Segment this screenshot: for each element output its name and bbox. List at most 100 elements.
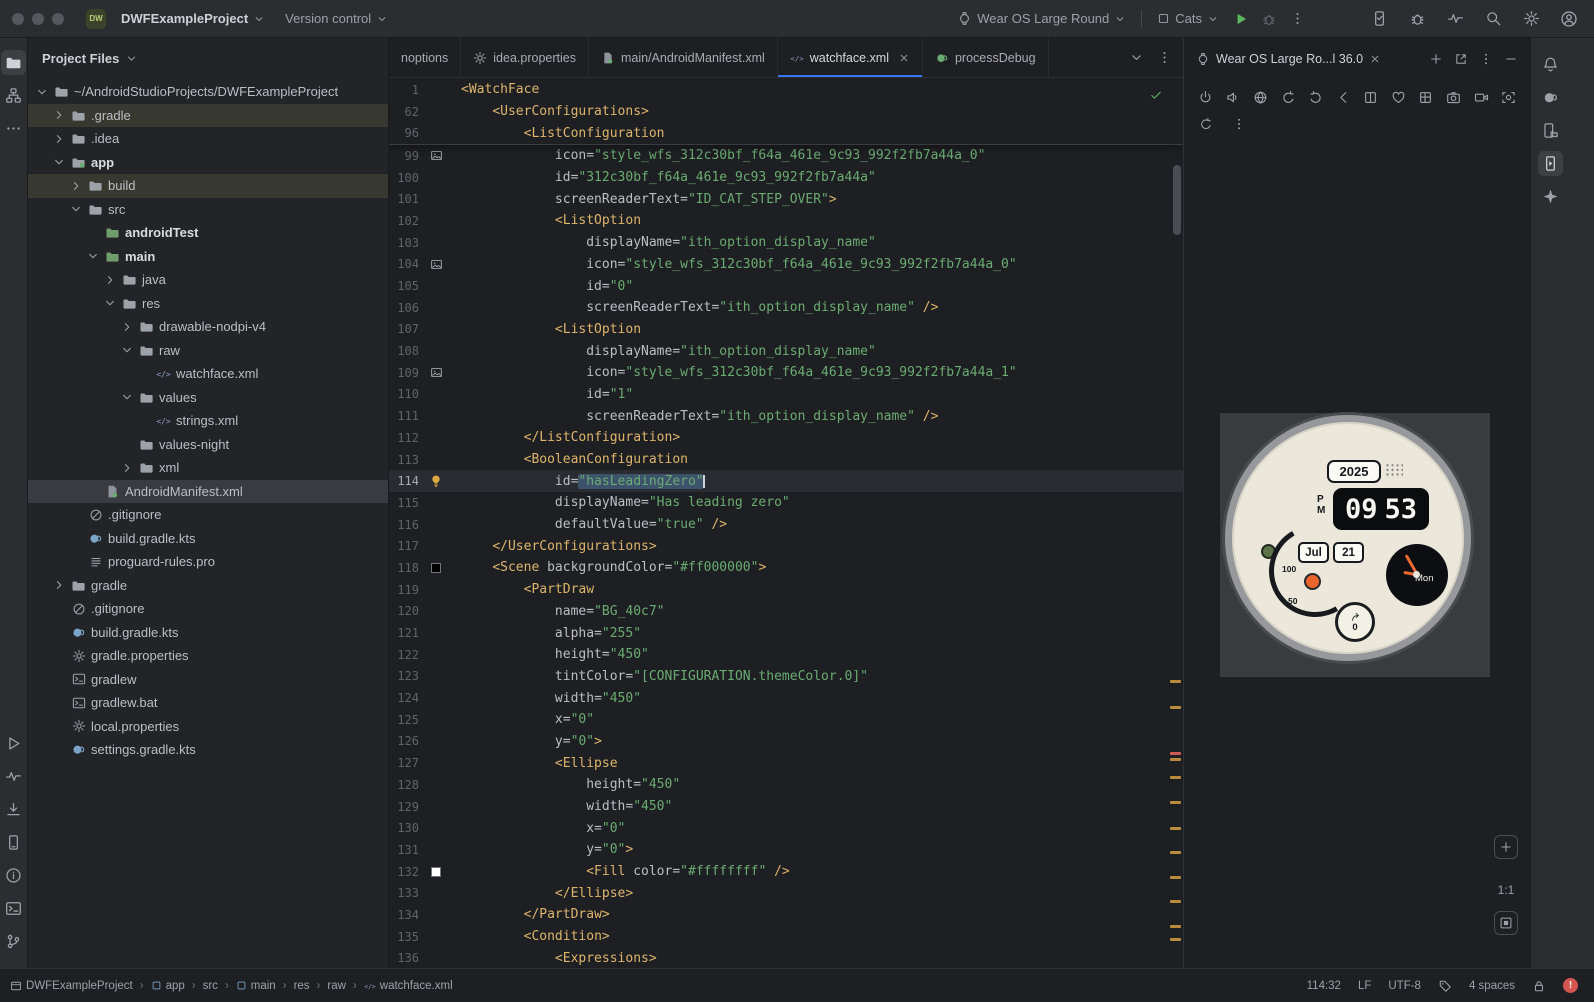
tree-item-app[interactable]: app (28, 151, 388, 175)
volume-button[interactable] (1224, 87, 1243, 107)
tree-item-strings.xml[interactable]: </>strings.xml (28, 409, 388, 433)
device-tab-title[interactable]: Wear OS Large Ro...l 36.0 (1216, 52, 1363, 66)
code-line-136[interactable]: 136 <Expressions> (389, 948, 1183, 969)
vcs-menu[interactable]: Version control (278, 7, 395, 30)
power-button[interactable] (1196, 87, 1215, 107)
code-line-127[interactable]: 127 <Ellipse (389, 752, 1183, 774)
code-line-102[interactable]: 102 <ListOption (389, 210, 1183, 232)
maximize-window-button[interactable] (52, 13, 64, 25)
breadcrumb-item-main[interactable]: main (236, 980, 276, 992)
error-stripe-mark[interactable] (1170, 876, 1181, 879)
inspection-status-icon[interactable] (1149, 88, 1163, 102)
color-swatch[interactable] (423, 867, 449, 877)
code-line-124[interactable]: 124 width="450" (389, 687, 1183, 709)
close-device-tab-icon[interactable] (1369, 53, 1381, 65)
version-control-tool-button[interactable] (1, 929, 26, 954)
breadcrumb-item-res[interactable]: res (294, 980, 310, 992)
code-line-131[interactable]: 131 y="0"> (389, 839, 1183, 861)
chevron-down-icon[interactable] (34, 84, 49, 99)
close-icon[interactable] (898, 52, 910, 64)
device-manager-tool-button[interactable] (1, 830, 26, 855)
breadcrumb-item-src[interactable]: src (203, 980, 218, 992)
error-stripe-mark[interactable] (1170, 925, 1181, 928)
zoom-fit-button[interactable] (1494, 911, 1518, 935)
code-line-99[interactable]: 99 icon="style_wfs_312c30bf_f64a_461e_9c… (389, 145, 1183, 167)
tree-item-drawable-nodpi-v4[interactable]: drawable-nodpi-v4 (28, 315, 388, 339)
terminal-tool-button[interactable] (1, 896, 26, 921)
code-line-113[interactable]: 113 <BooleanConfiguration (389, 449, 1183, 471)
chevron-down-icon[interactable] (68, 202, 83, 217)
tree-item-xml[interactable]: xml (28, 456, 388, 480)
code-line-111[interactable]: 111 screenReaderText="ith_option_display… (389, 405, 1183, 427)
tree-item-local.properties[interactable]: local.properties (28, 715, 388, 739)
open-in-window-button[interactable] (1454, 52, 1468, 66)
vcs-update-tool-button[interactable] (1, 797, 26, 822)
breadcrumb-item-dwfexampleproject[interactable]: DWFExampleProject (10, 980, 133, 992)
running-devices-tool-button[interactable] (1538, 151, 1563, 176)
error-stripe-mark[interactable] (1170, 776, 1181, 779)
tree-item-.idea[interactable]: .idea (28, 127, 388, 151)
code-line-105[interactable]: 105 id="0" (389, 275, 1183, 297)
profiler-tool-button[interactable] (1, 764, 26, 789)
tree-item-androidmanifest.xml[interactable]: AndroidManifest.xml (28, 480, 388, 504)
tree-item-androidtest[interactable]: androidTest (28, 221, 388, 245)
notifications-tool-button[interactable] (1538, 52, 1563, 77)
device-manager-icon[interactable] (1366, 6, 1392, 32)
code-line-135[interactable]: 135 <Condition> (389, 926, 1183, 948)
back-button[interactable] (1334, 87, 1353, 107)
error-stripe-mark[interactable] (1170, 827, 1181, 830)
highlighting-level-icon[interactable] (1438, 979, 1452, 993)
project-view-selector[interactable]: Project Files (28, 38, 388, 78)
device-more-options-button[interactable] (1229, 114, 1249, 134)
code-line-104[interactable]: 104 icon="style_wfs_312c30bf_f64a_461e_9… (389, 254, 1183, 276)
rotate-left-button[interactable] (1279, 87, 1298, 107)
chevron-down-icon[interactable] (51, 155, 66, 170)
add-device-button[interactable] (1429, 52, 1443, 66)
fold-button[interactable] (1361, 87, 1380, 107)
gradle-tool-button[interactable] (1538, 85, 1563, 110)
breadcrumb-item-watchface.xml[interactable]: </>watchface.xml (364, 980, 453, 992)
chevron-down-icon[interactable] (102, 296, 117, 311)
profiler-icon[interactable] (1442, 6, 1468, 32)
editor-scrollbar[interactable] (1173, 165, 1181, 235)
code-line-96[interactable]: 96 <ListConfiguration (389, 122, 1183, 144)
caret-position[interactable]: 114:32 (1307, 980, 1341, 992)
breadcrumb-item-app[interactable]: app (151, 980, 185, 992)
file-encoding[interactable]: UTF-8 (1388, 980, 1421, 992)
code-line-117[interactable]: 117 </UserConfigurations> (389, 535, 1183, 557)
error-stripe-mark[interactable] (1170, 752, 1181, 755)
structure-tool-button[interactable] (1, 83, 26, 108)
code-line-121[interactable]: 121 alpha="255" (389, 622, 1183, 644)
code-line-110[interactable]: 110 id="1" (389, 384, 1183, 406)
tree-item-main[interactable]: main (28, 245, 388, 269)
tree-item-src[interactable]: src (28, 198, 388, 222)
device-panel-more-button[interactable] (1479, 52, 1493, 66)
tree-item-androidstudioprojects-dwfexampleproject[interactable]: ~/AndroidStudioProjects/DWFExampleProjec… (28, 80, 388, 104)
tab-noptions[interactable]: noptions (389, 38, 461, 77)
run-configuration-selector[interactable]: Cats (1150, 7, 1226, 30)
more-tool-windows-tool-button[interactable] (1, 116, 26, 141)
screen-record-button[interactable] (1472, 87, 1491, 107)
code-line-103[interactable]: 103 displayName="ith_option_display_name… (389, 232, 1183, 254)
tree-item-proguard-rules.pro[interactable]: proguard-rules.pro (28, 550, 388, 574)
more-run-actions-button[interactable] (1284, 6, 1310, 32)
chevron-right-icon[interactable] (119, 460, 134, 475)
error-badge[interactable]: ! (1563, 978, 1578, 993)
hide-panel-button[interactable] (1504, 52, 1518, 66)
device-explorer-tool-button[interactable] (1538, 118, 1563, 143)
code-line-108[interactable]: 108 displayName="ith_option_display_name… (389, 340, 1183, 362)
error-stripe-mark[interactable] (1170, 938, 1181, 941)
tree-item-gradle[interactable]: gradle (28, 574, 388, 598)
code-line-1[interactable]: 1<WatchFace (389, 79, 1183, 101)
rotate-right-button[interactable] (1306, 87, 1325, 107)
intention-bulb-icon[interactable] (423, 474, 449, 488)
code-line-119[interactable]: 119 <PartDraw (389, 579, 1183, 601)
reset-view-button[interactable] (1196, 114, 1216, 134)
tab-idea.properties[interactable]: idea.properties (461, 38, 589, 77)
project-tool-button[interactable] (1, 50, 26, 75)
chevron-down-icon[interactable] (119, 343, 134, 358)
code-editor[interactable]: 1<WatchFace62 <UserConfigurations>96 <Li… (389, 79, 1183, 968)
tree-item-gradlew.bat[interactable]: gradlew.bat (28, 691, 388, 715)
tree-item-res[interactable]: res (28, 292, 388, 316)
hidden-tabs-button[interactable] (1123, 45, 1149, 71)
